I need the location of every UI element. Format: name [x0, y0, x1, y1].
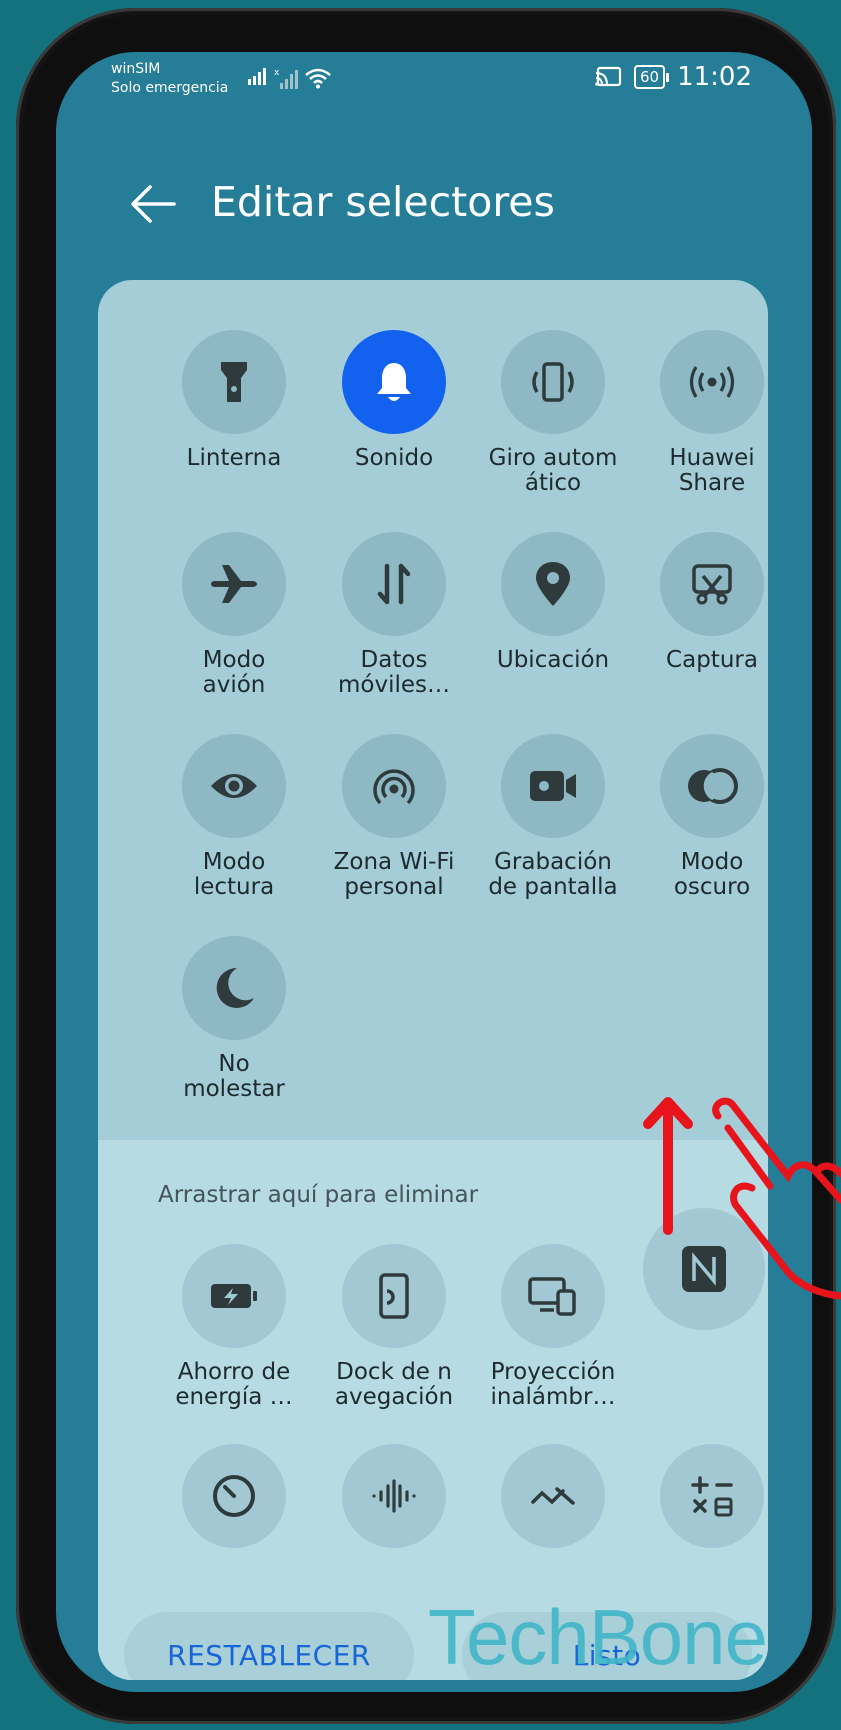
flashlight-icon — [221, 362, 247, 402]
signal-no-service-icon: x — [274, 68, 298, 89]
huawei-share-icon — [689, 366, 735, 398]
hotspot-icon — [373, 769, 415, 805]
tile-link[interactable] — [473, 1444, 633, 1548]
reset-button[interactable]: RESTABLECER — [124, 1612, 414, 1680]
wifi-icon — [305, 68, 331, 89]
tile-zona-wifi[interactable]: Zona Wi-Fi personal — [314, 734, 474, 900]
cast-icon — [595, 66, 622, 87]
tile-label: Sonido — [354, 445, 434, 471]
battery-indicator: 60 — [633, 65, 670, 89]
tile-label: Modo lectura — [193, 849, 275, 900]
phone-screen: winSIM Solo emergencia x 60 11:02 Editar… — [56, 52, 812, 1692]
status-carrier: winSIM Solo emergencia — [111, 60, 228, 98]
tile-label: Giro autom ático — [488, 445, 618, 496]
tile-label: Captura — [666, 647, 758, 673]
tile-ahorro-energia[interactable]: Ahorro de energía … — [154, 1244, 314, 1410]
tile-linterna[interactable]: Linterna — [154, 330, 314, 471]
tile-huawei-share[interactable]: Huawei Share — [632, 330, 768, 496]
tile-label: No molestar — [183, 1051, 285, 1102]
tile-label: Dock de n avegación — [334, 1359, 454, 1410]
dark-mode-icon — [688, 768, 738, 804]
tile-label: Datos móviles… — [337, 647, 450, 698]
link-icon — [531, 1487, 575, 1505]
tile-modo-avion[interactable]: Modo avión — [154, 532, 314, 698]
timer-icon — [213, 1475, 255, 1517]
signal-icon — [248, 68, 266, 85]
eye-icon — [211, 774, 257, 798]
tile-captura[interactable]: Captura — [632, 532, 768, 673]
video-icon — [530, 771, 576, 801]
screenshot-icon — [692, 564, 732, 605]
moon-icon — [216, 967, 254, 1008]
sound-wave-icon — [372, 1479, 416, 1513]
mobile-data-icon — [377, 563, 411, 605]
status-right: 60 11:02 — [594, 62, 752, 92]
nav-dock-icon — [379, 1273, 409, 1319]
tile-sonido[interactable]: Sonido — [314, 330, 474, 471]
tile-label: Ahorro de energía … — [175, 1359, 293, 1410]
airplane-icon — [211, 565, 257, 603]
carrier-status: Solo emergencia — [111, 80, 229, 96]
tile-proyeccion-inalambrica[interactable]: Proyección inalámbr… — [473, 1244, 633, 1410]
tile-calculator[interactable] — [632, 1444, 768, 1548]
tile-label: Grabación de pantalla — [488, 849, 618, 900]
tile-sound-wave[interactable] — [314, 1444, 474, 1548]
tile-no-molestar[interactable]: No molestar — [154, 936, 314, 1102]
remove-zone-title: Arrastrar aquí para eliminar — [158, 1182, 479, 1208]
tile-modo-oscuro[interactable]: Modo oscuro — [632, 734, 768, 900]
tile-modo-lectura[interactable]: Modo lectura — [154, 734, 314, 900]
selectors-card: Linterna Sonido Giro autom ático Huawei … — [98, 280, 768, 1680]
tile-grabacion-pantalla[interactable]: Grabación de pantalla — [473, 734, 633, 900]
tile-label: Zona Wi-Fi personal — [333, 849, 455, 900]
bell-icon — [377, 363, 411, 401]
calculator-icon — [691, 1476, 733, 1517]
wireless-projection-icon — [528, 1277, 576, 1316]
tile-datos-moviles[interactable]: Datos móviles… — [314, 532, 474, 698]
tile-ubicacion[interactable]: Ubicación — [473, 532, 633, 673]
tile-label: Linterna — [186, 445, 282, 471]
svg-text:x: x — [274, 68, 280, 78]
auto-rotate-icon — [532, 362, 574, 402]
tile-dock-navegacion[interactable]: Dock de n avegación — [314, 1244, 474, 1410]
location-icon — [536, 562, 570, 606]
drag-gesture-hand-icon — [643, 1097, 841, 1300]
tile-label: Modo oscuro — [673, 849, 751, 900]
page-title: Editar selectores — [211, 178, 555, 226]
tile-label: Huawei Share — [669, 445, 755, 496]
back-arrow-icon[interactable] — [128, 182, 176, 226]
status-signal: x — [248, 67, 332, 89]
carrier-name: winSIM — [111, 61, 161, 77]
status-time: 11:02 — [677, 62, 752, 92]
tile-giro-automatico[interactable]: Giro autom ático — [473, 330, 633, 496]
techbone-watermark: TechBone — [428, 1593, 768, 1681]
tile-label: Proyección inalámbr… — [490, 1359, 616, 1410]
tile-label: Ubicación — [496, 647, 610, 673]
battery-saver-icon — [211, 1284, 257, 1308]
tile-timer[interactable] — [154, 1444, 314, 1548]
tile-label: Modo avión — [202, 647, 266, 698]
